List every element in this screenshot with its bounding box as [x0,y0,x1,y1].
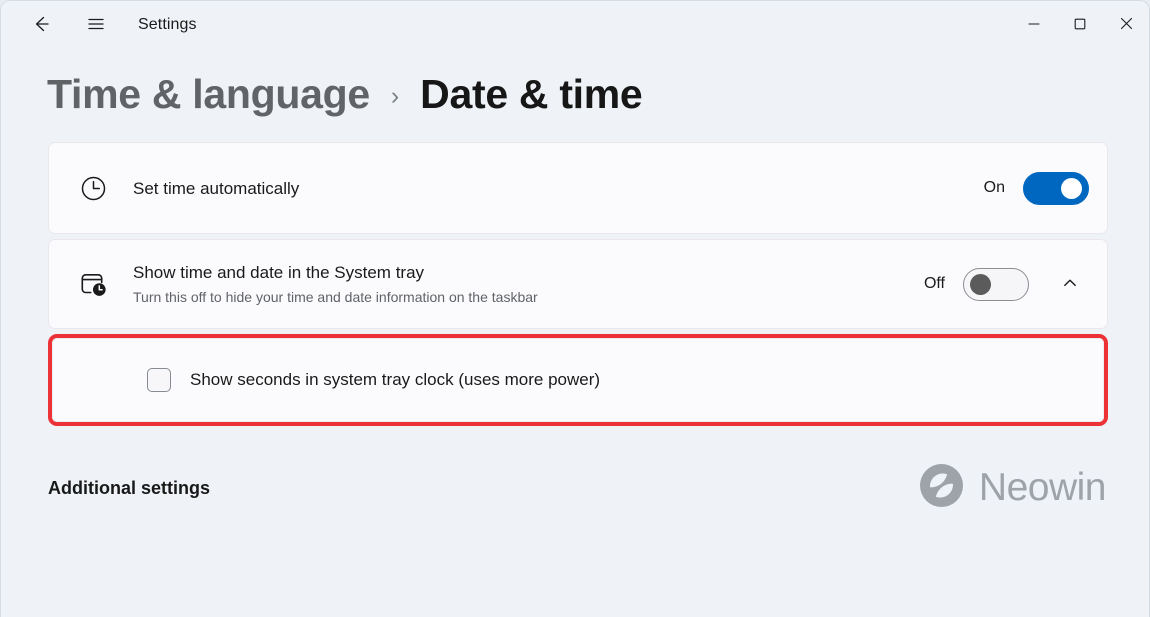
maximize-button[interactable] [1057,1,1103,49]
neowin-logo-icon [918,462,965,514]
hamburger-menu-icon [85,13,107,38]
calendar-clock-icon [75,269,111,300]
toggle-state-label: On [983,179,1005,196]
close-icon [1119,16,1134,34]
setting-text-block: Set time automatically [133,177,984,200]
setting-controls: Off [924,265,1089,303]
toggle-knob [970,273,991,295]
maximize-icon [1073,17,1087,34]
clock-icon [75,174,111,203]
navigation-menu-button[interactable] [76,7,116,43]
breadcrumb-chevron-icon: › [390,82,400,110]
card-set-time-automatically: Set time automatically On [48,142,1108,234]
setting-row-set-time-automatically[interactable]: Set time automatically On [49,143,1107,233]
show-seconds-checkbox-row[interactable]: Show seconds in system tray clock (uses … [147,368,600,392]
card-show-seconds: Show seconds in system tray clock (uses … [52,338,1104,422]
app-title: Settings [138,16,197,33]
chevron-up-icon [1061,274,1079,295]
card-show-time-and-date: Show time and date in the System tray Tu… [48,239,1108,329]
toggle-knob [1061,177,1082,199]
close-button[interactable] [1103,1,1149,49]
set-time-automatically-toggle[interactable] [1023,171,1089,205]
minimize-icon [1027,17,1041,34]
setting-subtitle: Turn this off to hide your time and date… [133,289,538,305]
setting-row-show-time-and-date[interactable]: Show time and date in the System tray Tu… [49,240,1107,328]
setting-text-block: Show time and date in the System tray Tu… [133,261,924,307]
minimize-button[interactable] [1011,1,1057,49]
show-time-and-date-toggle[interactable] [963,267,1029,301]
setting-controls: On [983,171,1089,205]
page-title: Date & time [420,71,643,117]
title-bar: Settings [1,1,1149,49]
breadcrumb: Time & language › Date & time [1,49,1149,118]
show-seconds-checkbox[interactable] [147,368,171,392]
settings-content: Set time automatically On Show time and … [1,118,1149,426]
back-arrow-icon [30,13,52,38]
window-controls [1011,1,1149,49]
neowin-wordmark: Neowin [978,466,1107,509]
red-highlight-annotation: Show seconds in system tray clock (uses … [48,334,1108,426]
setting-title: Show time and date in the System tray [133,263,425,282]
show-seconds-label: Show seconds in system tray clock (uses … [190,370,601,389]
footer-area: Additional settings Neowin [1,462,1149,514]
settings-window: Settings Time & language › Date & time S… [0,0,1150,617]
back-button[interactable] [21,7,61,43]
setting-title: Set time automatically [133,178,300,198]
breadcrumb-parent-link[interactable]: Time & language [47,71,370,118]
neowin-watermark: Neowin [918,462,1107,514]
toggle-state-label: Off [923,275,945,292]
additional-settings-heading: Additional settings [48,477,210,498]
expander-collapse-button[interactable] [1051,265,1089,303]
